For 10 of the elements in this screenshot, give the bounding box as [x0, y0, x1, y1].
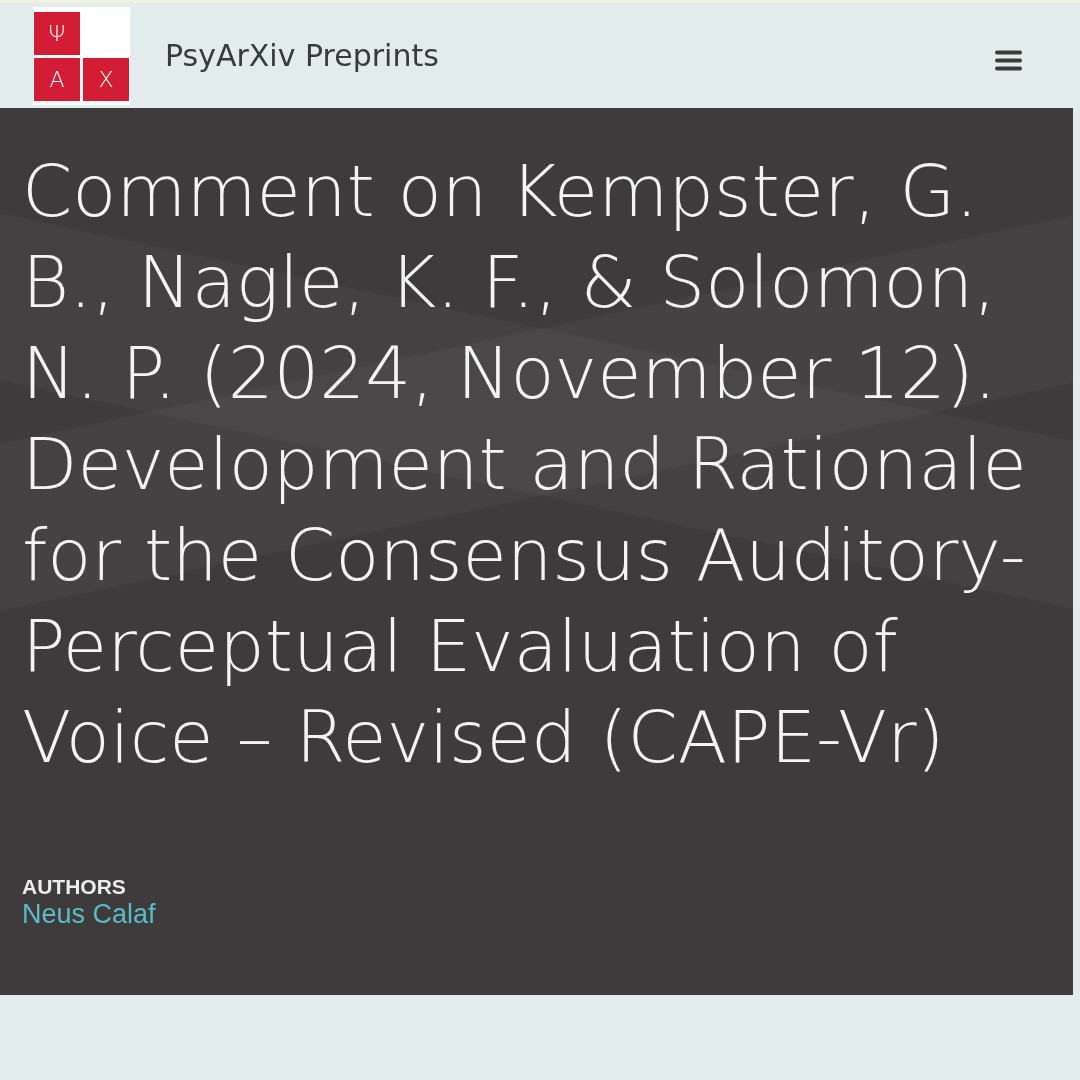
preprint-title: Comment on Kempster, G. B., Nagle, K. F., & Solomon, N. P. (2024, November 12). Development and Rationale for the Consensus Auditory-Perceptual Evaluation of Voice – Revised (CAPE-Vr): [22, 148, 1028, 781]
author-link[interactable]: Neus Calaf: [22, 899, 156, 930]
logo-tile: Ψ: [34, 11, 80, 55]
authors-label: AUTHORS: [22, 875, 126, 899]
menu-button[interactable]: [995, 50, 1022, 71]
site-logo[interactable]: Ψ A X: [33, 6, 130, 105]
menu-icon: [995, 50, 1022, 71]
logo-tile: A: [34, 57, 80, 101]
logo-tile: X: [83, 57, 129, 101]
site-name[interactable]: PsyArXiv Preprints: [165, 38, 439, 73]
